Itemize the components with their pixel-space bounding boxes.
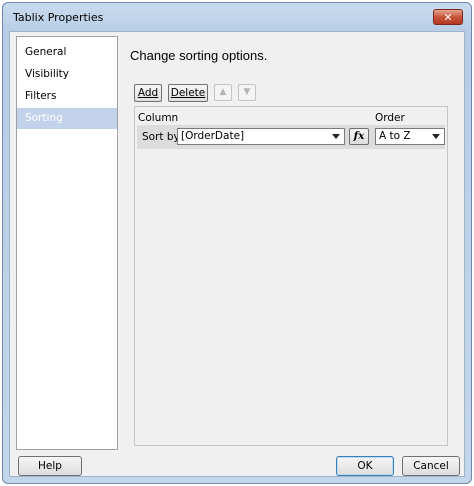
sort-order-dropdown[interactable]: A to Z bbox=[375, 128, 445, 145]
chevron-down-icon bbox=[432, 134, 440, 139]
sort-row: Sort by [OrderDate] fx A to Z bbox=[137, 125, 445, 149]
help-button[interactable]: Help bbox=[18, 456, 82, 476]
sidebar-item-filters[interactable]: Filters bbox=[17, 86, 117, 107]
close-button[interactable]: ✕ bbox=[433, 9, 463, 25]
sort-by-label: Sort by bbox=[142, 131, 180, 143]
close-icon: ✕ bbox=[443, 11, 453, 24]
sort-grid: Column Order Sort by [OrderDate] fx A to… bbox=[134, 106, 448, 446]
up-arrow-icon: ▲ bbox=[219, 87, 227, 97]
chevron-down-icon bbox=[332, 134, 340, 139]
sort-column-dropdown[interactable]: [OrderDate] bbox=[177, 128, 345, 145]
title-bar: Tablix Properties ✕ bbox=[3, 3, 471, 31]
down-arrow-icon: ▼ bbox=[243, 87, 251, 97]
sidebar-nav: General Visibility Filters Sorting bbox=[16, 36, 118, 450]
page-heading: Change sorting options. bbox=[130, 48, 268, 63]
add-button[interactable]: Add bbox=[134, 84, 162, 102]
sidebar-item-visibility[interactable]: Visibility bbox=[17, 64, 117, 85]
dialog-title: Tablix Properties bbox=[13, 11, 104, 24]
move-up-button[interactable]: ▲ bbox=[214, 84, 232, 101]
fx-icon: fx bbox=[353, 130, 365, 142]
cancel-button[interactable]: Cancel bbox=[402, 456, 460, 476]
sidebar-item-sorting[interactable]: Sorting bbox=[17, 108, 117, 129]
sort-column-value: [OrderDate] bbox=[181, 130, 245, 142]
column-header: Column bbox=[138, 112, 179, 124]
sidebar-item-general[interactable]: General bbox=[17, 42, 117, 63]
sort-order-value: A to Z bbox=[379, 130, 411, 142]
delete-button[interactable]: Delete bbox=[168, 84, 208, 102]
tablix-properties-dialog: Tablix Properties ✕ General Visibility F… bbox=[2, 2, 472, 484]
order-header: Order bbox=[375, 112, 405, 124]
dialog-client-area: General Visibility Filters Sorting Chang… bbox=[9, 31, 465, 477]
expression-button[interactable]: fx bbox=[349, 128, 369, 145]
ok-button[interactable]: OK bbox=[336, 456, 394, 476]
move-down-button[interactable]: ▼ bbox=[238, 84, 256, 101]
